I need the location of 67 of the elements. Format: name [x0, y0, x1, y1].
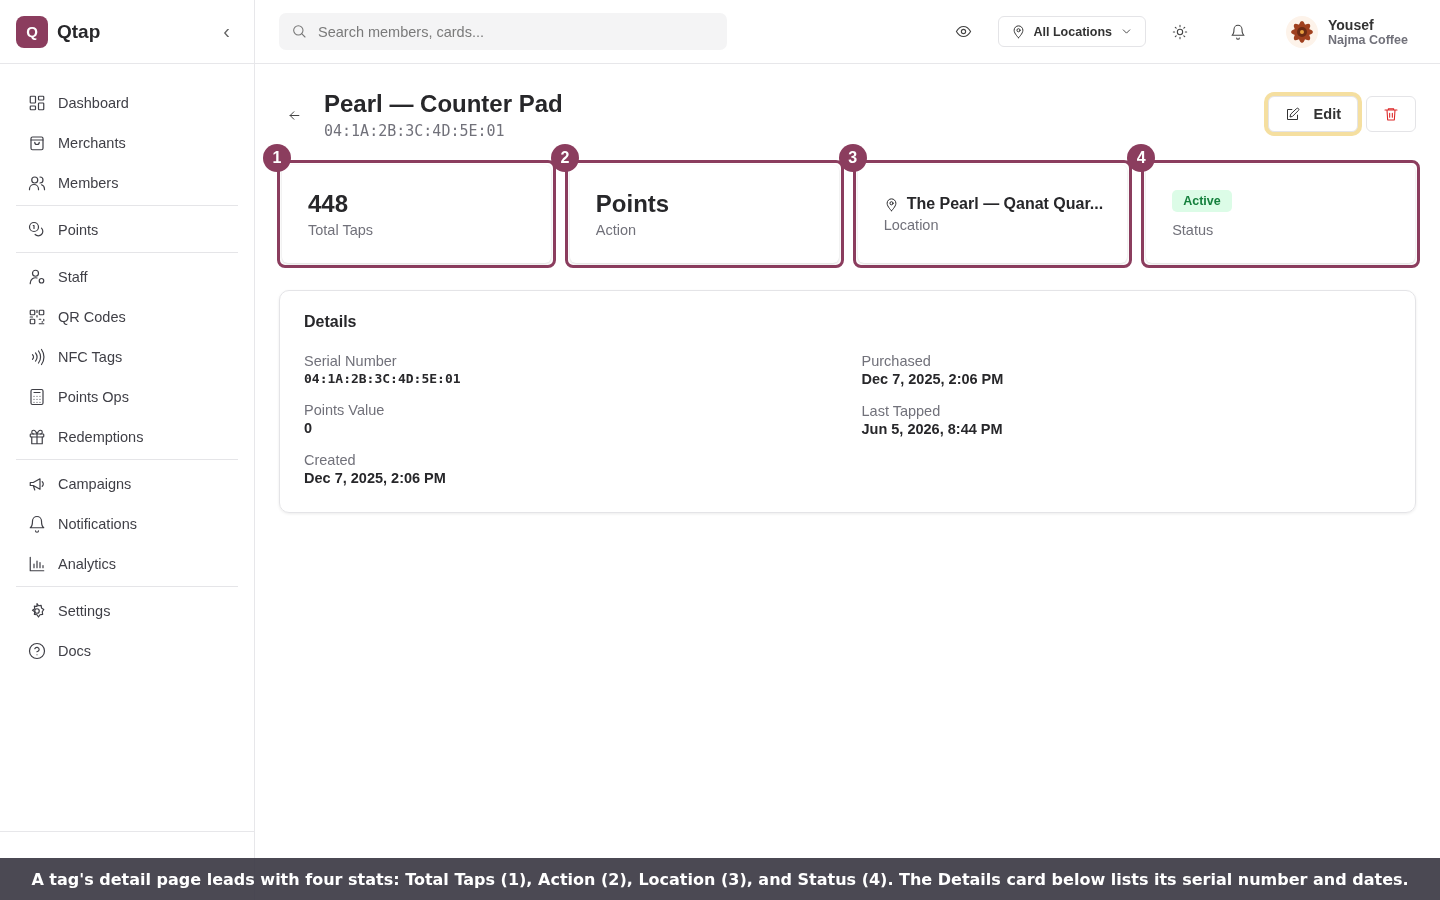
search-icon — [291, 23, 307, 39]
megaphone-icon — [28, 475, 46, 493]
sidebar-item[interactable]: QR Codes — [16, 297, 238, 337]
coins-icon — [28, 221, 46, 239]
field-value: Dec 7, 2025, 2:06 PM — [304, 470, 447, 486]
field-label: Serial Number — [304, 353, 398, 369]
sidebar-item[interactable]: Points — [16, 210, 238, 250]
sun-icon — [1172, 23, 1188, 40]
delete-button[interactable] — [1366, 96, 1416, 132]
page-title: Pearl — Counter Pad — [324, 90, 564, 118]
step-marker: 1 — [263, 144, 291, 172]
stat-value: 448 — [308, 190, 350, 218]
grid-icon — [28, 94, 46, 112]
bar-chart-icon — [28, 555, 46, 573]
field-value: Dec 7, 2025, 2:06 PM — [861, 371, 1005, 387]
field-label: Points Value — [304, 402, 386, 418]
collapse-button[interactable]: ‹ — [215, 20, 238, 43]
field-label: Created — [304, 452, 357, 468]
status-badge: Active — [1172, 190, 1232, 212]
card-title: Details — [304, 313, 358, 331]
bag-icon — [28, 134, 46, 152]
sidebar-item[interactable]: Campaigns — [16, 464, 238, 504]
sidebar-item[interactable]: Redemptions — [16, 417, 238, 457]
sidebar-item[interactable]: Members — [16, 163, 238, 203]
logo: Q — [16, 15, 48, 48]
serial-number: 04:1A:2B:3C:4D:5E:01 — [324, 122, 506, 140]
stat-label: Action — [595, 222, 638, 238]
gift-icon — [28, 428, 46, 446]
edit-icon — [1284, 106, 1300, 122]
field-value: 0 — [304, 420, 314, 436]
sidebar-item[interactable]: Merchants — [16, 123, 238, 163]
step-marker: 3 — [838, 144, 867, 172]
users-icon — [28, 174, 46, 192]
search-field[interactable]: Search members, cards... — [279, 13, 727, 50]
field-value: 04:1A:2B:3C:4D:5E:01 — [304, 371, 462, 386]
user-name: Yousef — [1328, 16, 1375, 33]
bell-icon — [28, 515, 46, 533]
avatar[interactable] — [1286, 15, 1318, 48]
stat-label: Status — [1172, 222, 1215, 238]
trash-icon — [1383, 106, 1399, 122]
sidebar-item[interactable]: NFC Tags — [16, 337, 238, 377]
stat-label: Location — [883, 217, 940, 233]
location-value: The Pearl — Qanat Quar... — [883, 195, 1104, 213]
location-dropdown[interactable]: All Locations — [997, 16, 1146, 47]
calculator-icon — [28, 388, 46, 406]
field-value: Jun 5, 2026, 8:44 PM — [861, 421, 1004, 437]
step-marker: 4 — [1127, 144, 1156, 172]
bell-icon — [1230, 23, 1246, 40]
field-label: Purchased — [861, 353, 932, 369]
sidebar-item[interactable]: Notifications — [16, 504, 238, 544]
help-icon — [28, 642, 46, 660]
sidebar-item[interactable]: Settings — [16, 591, 238, 631]
user-gear-icon — [28, 268, 46, 286]
stat-label: Total Taps — [308, 222, 375, 238]
stat-value: Points — [595, 190, 671, 218]
sidebar-item[interactable]: Docs — [16, 631, 238, 671]
sidebar-item[interactable]: Staff — [16, 257, 238, 297]
organization-name: Najma Coffee — [1328, 32, 1408, 47]
brand-name: Qtap — [57, 20, 102, 43]
step-marker: 2 — [550, 144, 579, 172]
qr-code-icon — [28, 308, 46, 326]
sidebar-item[interactable]: Analytics — [16, 544, 238, 584]
eye-icon — [955, 23, 972, 40]
sidebar-item[interactable]: Dashboard — [16, 83, 238, 123]
field-label: Last Tapped — [861, 403, 942, 419]
sidebar-item[interactable]: Points Ops — [16, 377, 238, 417]
caption-text: A tag's detail page leads with four stats: Total Taps (1), Action (2), Location (3), and Status (4). The Details card below lists its serial number and dates. — [31, 869, 1409, 889]
